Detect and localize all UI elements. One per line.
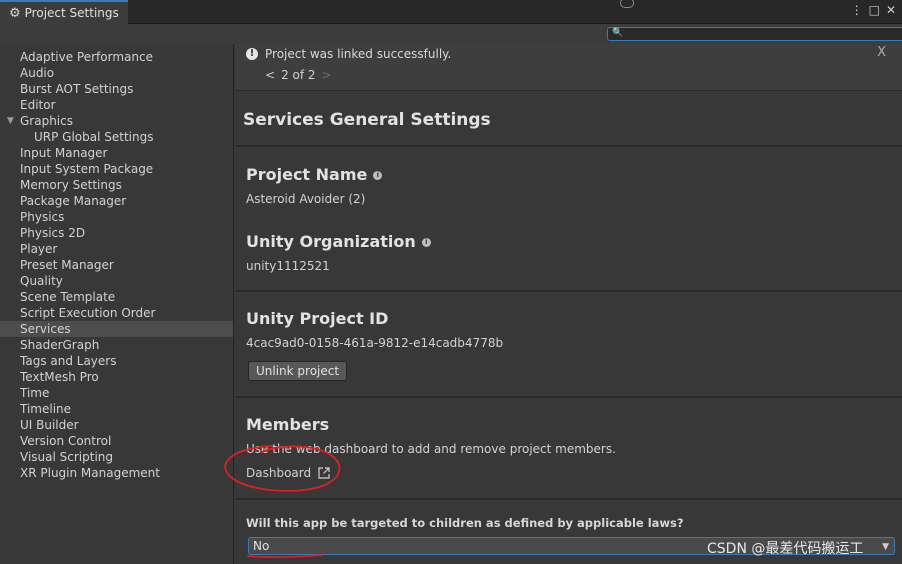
sidebar-item-label: Package Manager <box>20 194 127 208</box>
sidebar-item-package-manager[interactable]: Package Manager <box>0 193 233 209</box>
sidebar-item-label: Script Execution Order <box>20 306 156 320</box>
page-title: Services General Settings <box>243 110 491 130</box>
close-icon[interactable]: ✕ <box>886 3 896 17</box>
sidebar-item-memory-settings[interactable]: Memory Settings <box>0 177 233 193</box>
sidebar-item-label: Services <box>20 322 71 336</box>
project-id-value: 4cac9ad0-0158-461a-9812-e14cadb4778b <box>246 336 504 350</box>
sidebar-item-label: URP Global Settings <box>34 130 154 144</box>
sidebar-item-label: Visual Scripting <box>20 450 113 464</box>
sidebar-item-shadergraph[interactable]: ShaderGraph <box>0 337 233 353</box>
settings-sidebar: Adaptive Performance Audio Burst AOT Setti… <box>0 44 234 564</box>
sidebar-item-label: Audio <box>20 66 55 80</box>
sidebar-item-editor[interactable]: Editor <box>0 97 233 113</box>
sidebar-item-tags-and-layers[interactable]: Tags and Layers <box>0 353 233 369</box>
sidebar-item-label: Physics <box>20 210 65 224</box>
sidebar-item-label: Tags and Layers <box>20 354 117 368</box>
sidebar-item-textmesh-pro[interactable]: TextMesh Pro <box>0 369 233 385</box>
children-question-label: Will this app be targeted to children as… <box>246 516 684 530</box>
sidebar-item-ui-builder[interactable]: UI Builder <box>0 417 233 433</box>
sidebar-item-graphics[interactable]: ▼ Graphics <box>0 113 233 129</box>
sidebar-item-label: Physics 2D <box>20 226 86 240</box>
divider <box>235 498 902 500</box>
sidebar-item-label: UI Builder <box>20 418 79 432</box>
external-link-icon <box>318 467 330 479</box>
sidebar-item-label: Preset Manager <box>20 258 114 272</box>
sidebar-item-quality[interactable]: Quality <box>0 273 233 289</box>
sidebar-item-services[interactable]: Services <box>0 321 233 337</box>
sidebar-item-physics[interactable]: Physics <box>0 209 233 225</box>
sidebar-item-label: Timeline <box>20 402 72 416</box>
notification-close-button[interactable]: X <box>877 45 886 60</box>
notification-message: Project was linked successfully. <box>265 47 452 61</box>
sidebar-item-player[interactable]: Player <box>0 241 233 257</box>
gear-icon: ⚙ <box>9 5 21 21</box>
divider <box>235 290 902 292</box>
sidebar-item-audio[interactable]: Audio <box>0 65 233 81</box>
tab-project-settings[interactable]: ⚙ Project Settings <box>0 0 128 24</box>
sidebar-item-label: Quality <box>20 274 63 288</box>
window-titlebar: ⚙ Project Settings ⋮ □ ✕ <box>0 0 902 24</box>
sidebar-item-label: ShaderGraph <box>20 338 100 352</box>
sidebar-item-scene-template[interactable]: Scene Template <box>0 289 233 305</box>
sidebar-item-label: Time <box>20 386 50 400</box>
sidebar-item-script-execution-order[interactable]: Script Execution Order <box>0 305 233 321</box>
sidebar-item-xr-plugin-management[interactable]: XR Plugin Management <box>0 465 233 481</box>
sidebar-item-adaptive-performance[interactable]: Adaptive Performance <box>0 49 233 65</box>
sidebar-item-label: Adaptive Performance <box>20 50 153 64</box>
project-name-value: Asteroid Avoider (2) <box>246 192 366 206</box>
sidebar-item-label: Editor <box>20 98 56 112</box>
info-icon[interactable]: i <box>373 171 383 180</box>
sidebar-item-input-system-package[interactable]: Input System Package <box>0 161 233 177</box>
sidebar-item-physics-2d[interactable]: Physics 2D <box>0 225 233 241</box>
sidebar-item-version-control[interactable]: Version Control <box>0 433 233 449</box>
sidebar-item-label: Burst AOT Settings <box>20 82 134 96</box>
expand-caret-icon[interactable]: ▼ <box>7 113 14 129</box>
sidebar-item-label: TextMesh Pro <box>20 370 99 384</box>
notification-pager: < 2 of 2 > <box>265 68 332 82</box>
search-icon: 🔍 <box>612 28 624 38</box>
sidebar-item-urp-global-settings[interactable]: URP Global Settings <box>0 129 233 145</box>
info-icon[interactable]: i <box>421 238 431 247</box>
sidebar-item-timeline[interactable]: Timeline <box>0 401 233 417</box>
notification-info-icon: ! <box>246 48 258 60</box>
divider <box>235 396 902 398</box>
organization-label: Unity Organization i <box>246 232 431 251</box>
members-label: Members <box>246 415 330 434</box>
tab-title: Project Settings <box>24 6 119 20</box>
sidebar-item-label: Input System Package <box>20 162 154 176</box>
sidebar-item-visual-scripting[interactable]: Visual Scripting <box>0 449 233 465</box>
project-name-label: Project Name i <box>246 165 383 184</box>
more-icon[interactable]: ⋮ <box>851 3 863 17</box>
organization-value: unity1112521 <box>246 259 330 273</box>
sidebar-item-label: XR Plugin Management <box>20 466 160 480</box>
sidebar-item-label: Memory Settings <box>20 178 122 192</box>
unlink-project-button[interactable]: Unlink project <box>248 361 348 381</box>
maximize-icon[interactable]: □ <box>869 3 880 17</box>
sidebar-item-label: Input Manager <box>20 146 108 160</box>
pager-text: 2 of 2 <box>281 68 316 82</box>
members-description: Use the web dashboard to add and remove … <box>246 442 616 456</box>
sidebar-item-label: Player <box>20 242 58 256</box>
sidebar-item-preset-manager[interactable]: Preset Manager <box>0 257 233 273</box>
background-tab-icon <box>620 0 634 8</box>
search-input[interactable]: 🔍 <box>607 27 902 41</box>
sidebar-item-input-manager[interactable]: Input Manager <box>0 145 233 161</box>
sidebar-item-burst-aot-settings[interactable]: Burst AOT Settings <box>0 81 233 97</box>
sidebar-item-time[interactable]: Time <box>0 385 233 401</box>
window-controls: ⋮ □ ✕ <box>851 3 896 17</box>
project-id-label: Unity Project ID <box>246 309 389 328</box>
sidebar-item-label: Graphics <box>20 114 73 128</box>
chevron-down-icon: ▼ <box>882 542 889 552</box>
notification-banner: ! Project was linked successfully. X < 2… <box>235 44 902 91</box>
watermark-text: CSDN @最差代码搬运工 <box>707 541 864 557</box>
pager-next-button[interactable]: > <box>322 68 332 82</box>
divider <box>235 145 902 147</box>
dashboard-link[interactable]: Dashboard <box>246 466 330 480</box>
sidebar-item-label: Version Control <box>20 434 112 448</box>
pager-prev-button[interactable]: < <box>265 68 275 82</box>
search-row: 🔍 <box>0 24 902 44</box>
services-panel: ! Project was linked successfully. X < 2… <box>235 44 902 564</box>
sidebar-list: Adaptive Performance Audio Burst AOT Setti… <box>0 49 233 481</box>
sidebar-item-label: Scene Template <box>20 290 116 304</box>
